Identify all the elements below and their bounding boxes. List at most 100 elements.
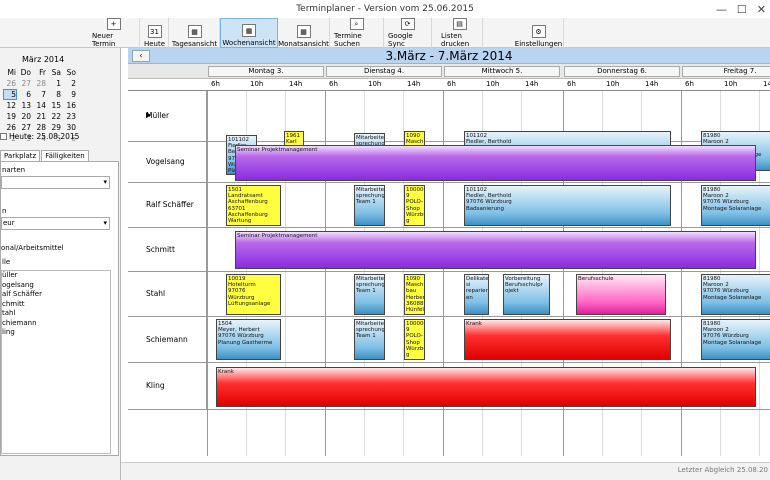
appointment[interactable]: 81980 Maroon 2 97076 Würzburg Montage So…	[701, 319, 770, 360]
hour-label: 6h	[685, 80, 694, 88]
calendar-day[interactable]: 9	[64, 90, 76, 99]
toolbar-button-search[interactable]: ⌕ Termine Suchen	[330, 18, 384, 48]
tab-parkplatz[interactable]: Parkplatz	[0, 150, 41, 161]
toolbar-button-day-view[interactable]: ▦ Tagesansicht	[170, 18, 220, 48]
list-item[interactable]: chiemann	[2, 319, 110, 329]
appointment[interactable]: 81980 Maroon 2 97076 Würzburg Montage So…	[701, 185, 770, 226]
close-icon[interactable]: ✕	[757, 3, 766, 16]
appointment[interactable]: 1504 Meyer, Herbert 97076 Würzburg Planu…	[216, 319, 281, 360]
schedule-row: Ralf Schäffer 1501 Landratsamt Aschaffenb…	[128, 183, 770, 228]
appointment[interactable]: 1501 Landratsamt Aschaffenburg 63701 Asc…	[226, 185, 281, 226]
appointment[interactable]: Vorbereitung Berufsschulpr ojekt	[503, 274, 550, 315]
calendar-day[interactable]: 29	[49, 123, 61, 132]
chevron-left-icon: ‹	[139, 51, 143, 60]
toolbar-button-print[interactable]: ▤ Listen drucken	[437, 18, 483, 48]
toolbar-button-label: Google Sync	[388, 32, 413, 48]
row-header[interactable]: ▶ Müller	[128, 91, 207, 141]
calendar-day[interactable]: 20	[19, 112, 31, 121]
window-controls: — ☐ ✕	[716, 0, 766, 18]
row-header[interactable]: Kling	[128, 363, 207, 409]
row-header[interactable]: Stahl	[128, 272, 207, 316]
calendar-day[interactable]: 12	[4, 101, 16, 110]
toolbar-button-label: Termine Suchen	[334, 32, 362, 48]
list-item[interactable]: ling	[2, 328, 110, 338]
hour-label: 10h	[486, 80, 500, 88]
list-item[interactable]: ogelsang	[2, 281, 110, 291]
row-header[interactable]: Ralf Schäffer	[128, 183, 207, 227]
calendar-day[interactable]: 28	[34, 79, 46, 88]
row-name: Ralf Schäffer	[146, 200, 194, 209]
people-list[interactable]: üller ogelsang alf Schäffer chmitt tahl chiem…	[1, 270, 111, 454]
list-item[interactable]: tahl	[2, 309, 110, 319]
list-item[interactable]: alf Schäffer	[2, 290, 110, 300]
calendar-day[interactable]: 22	[49, 112, 61, 121]
day-header[interactable]: Mittwoch 5.	[444, 66, 560, 77]
appointment[interactable]: 1000000 9 POLO- Shop Würzbur g	[404, 319, 425, 360]
calendar-day[interactable]: 13	[19, 101, 31, 110]
row-header[interactable]: Schiemann	[128, 317, 207, 362]
row-header[interactable]: Vogelsang	[128, 142, 207, 182]
sync-icon: ⟳	[400, 18, 415, 30]
appointment[interactable]: Mitarbeiterbe sprechung Team 1	[354, 274, 385, 315]
today-checkbox[interactable]: Heute: 25.08.2015	[0, 132, 79, 141]
toolbar-button-week-view[interactable]: ▦ Wochenansicht	[220, 18, 278, 48]
calendar-day[interactable]: 27	[19, 79, 31, 88]
calendar-day[interactable]: 8	[49, 90, 61, 99]
toolbar-button-sync[interactable]: ⟳ Google Sync	[384, 18, 432, 48]
list-item[interactable]: üller	[2, 271, 110, 281]
calendar-day[interactable]: 15	[49, 101, 61, 110]
appointment[interactable]: Berufsschule	[576, 274, 666, 315]
appointment[interactable]: Mitarbeiterbe sprechung Team 1	[354, 319, 385, 360]
calendar-day[interactable]: 30	[64, 123, 76, 132]
day-header[interactable]: Freitag 7.	[682, 66, 770, 77]
mini-calendar-month: März 2014	[22, 55, 65, 64]
calendar-day[interactable]: 19	[4, 112, 16, 121]
appointment[interactable]: Mitarbeiterbe sprechung Team 1	[354, 185, 385, 226]
toolbar-button-month-view[interactable]: ▦ Monatsansicht	[278, 18, 330, 48]
day-header[interactable]: Donnerstag 6.	[564, 66, 680, 77]
toolbar-button-label: Heute	[143, 40, 166, 48]
appointment[interactable]: 10019 Hotelturm 97076 Würzburg Lüftungsa…	[226, 274, 281, 315]
appointment[interactable]: 1090 Maschinen bau Herbert 36088 Hünfeld	[404, 274, 425, 315]
day-header[interactable]: Montag 3.	[208, 66, 324, 77]
calendar-day[interactable]: 21	[34, 112, 46, 121]
appointment[interactable]: 1000000 9 POLO- Shop Würzbur g	[404, 185, 425, 226]
calendar-day[interactable]: 26	[4, 79, 16, 88]
hour-label: 6h	[211, 80, 220, 88]
calendar-day[interactable]: 23	[64, 112, 76, 121]
toolbar-button-label: Wochenansicht	[222, 39, 276, 47]
filter-select-2[interactable]: eur ▾	[1, 217, 110, 230]
day-header-row: Montag 3. Dienstag 4. Mittwoch 5. Donnersta…	[128, 64, 770, 79]
appointment[interactable]: 101102 Fiedler, Berthold 97076 Würzburg …	[464, 185, 671, 226]
calendar-day[interactable]: 14	[34, 101, 46, 110]
toolbar-button-calendar-today[interactable]: 31 Heute	[141, 18, 169, 48]
tab-fälligkeiten[interactable]: Fälligkeiten	[41, 150, 89, 161]
calendar-day[interactable]: 6	[19, 90, 31, 99]
appointment[interactable]: Seminar Projektmanagement	[235, 231, 756, 269]
maximize-icon[interactable]: ☐	[737, 3, 747, 16]
row-header[interactable]: Schmitt	[128, 228, 207, 271]
calendar-day[interactable]: 26	[4, 123, 16, 132]
hour-label: 6h	[567, 80, 576, 88]
toolbar-button-settings[interactable]: ⚙ Einstellungen	[514, 18, 564, 48]
calendar-day[interactable]: 2	[64, 79, 76, 88]
toolbar-button-new-appointment[interactable]: + Neuer Termin	[88, 18, 140, 48]
minimize-icon[interactable]: —	[716, 3, 727, 16]
previous-week-button[interactable]: ‹	[132, 50, 150, 62]
appointment[interactable]: Krank	[216, 367, 756, 407]
toolbar-button-label: Neuer Termin	[92, 32, 116, 48]
appointment[interactable]: Krank	[464, 319, 671, 360]
schedule-row: Schiemann 1504 Meyer, Herbert 97076 Würzb…	[128, 317, 770, 363]
calendar-day[interactable]: 16	[64, 101, 76, 110]
day-header[interactable]: Dienstag 4.	[326, 66, 442, 77]
list-item[interactable]: chmitt	[2, 300, 110, 310]
calendar-day[interactable]: 27	[19, 123, 31, 132]
filter-select-1[interactable]: ▾	[1, 176, 110, 189]
appointment[interactable]: Delikatess si reparier en	[464, 274, 489, 315]
calendar-day[interactable]: 7	[34, 90, 46, 99]
calendar-day[interactable]: 5	[3, 89, 17, 100]
appointment[interactable]: Seminar Projektmanagement	[235, 145, 756, 181]
appointment[interactable]: 81980 Maroon 2 97076 Würzburg Montage So…	[701, 274, 770, 315]
calendar-day[interactable]: 28	[34, 123, 46, 132]
calendar-day[interactable]: 1	[49, 79, 61, 88]
